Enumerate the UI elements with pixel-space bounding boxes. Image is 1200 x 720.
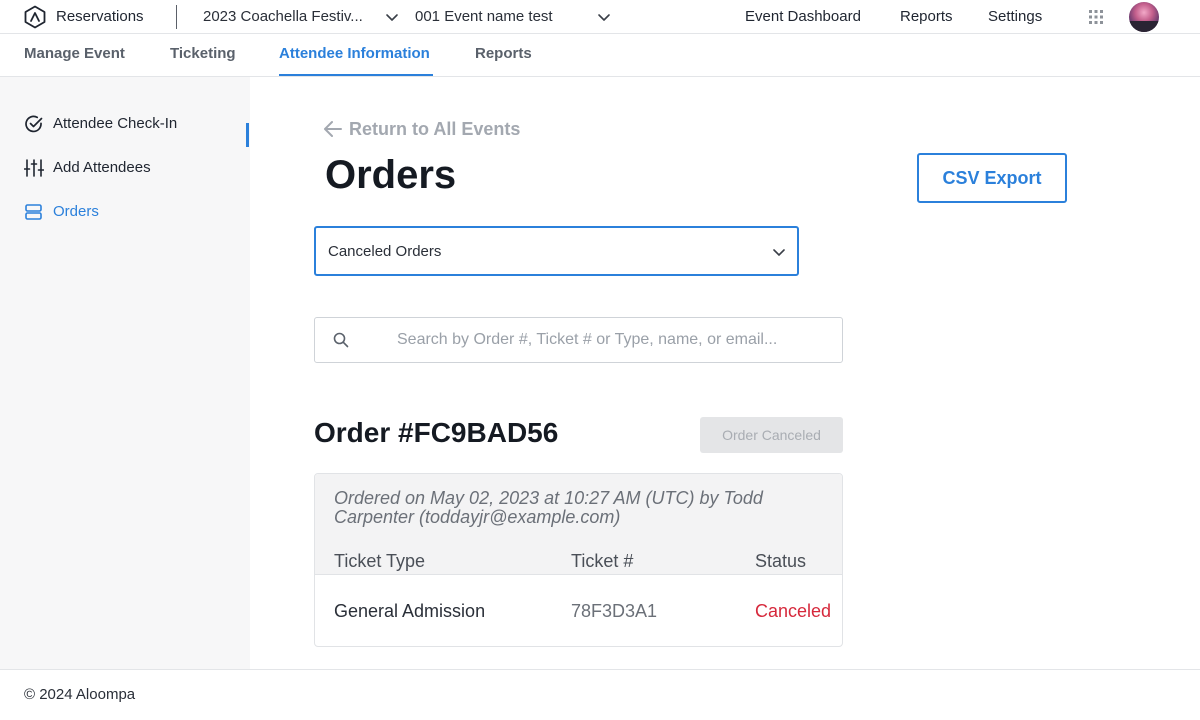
top-bar: Reservations 2023 Coachella Festiv... 00… [0, 0, 1200, 34]
sidebar-item-label: Add Attendees [53, 159, 151, 176]
csv-export-button[interactable]: CSV Export [917, 153, 1067, 203]
logo-icon[interactable] [23, 5, 47, 29]
column-header-ticket-type: Ticket Type [334, 551, 426, 571]
server-icon [25, 204, 42, 220]
ticket-type-cell: General Admission [334, 601, 486, 621]
order-card: Ordered on May 02, 2023 at 10:27 AM (UTC… [314, 473, 843, 647]
sliders-icon [24, 159, 44, 177]
order-filter-select[interactable]: Canceled Orders [314, 226, 799, 276]
order-canceled-button: Order Canceled [700, 417, 843, 453]
sidebar-item-add-attendees[interactable]: Add Attendees [24, 156, 250, 180]
sidebar: Attendee Check-In Add Attendees Orders [0, 77, 250, 669]
ticket-status-cell: Canceled [755, 601, 832, 621]
order-filter-value: Canceled Orders [328, 243, 442, 260]
tab-ticketing[interactable]: Ticketing [170, 45, 236, 62]
header-divider [176, 5, 177, 29]
sidebar-item-label: Orders [53, 203, 99, 220]
tab-reports[interactable]: Reports [475, 45, 532, 62]
page-title: Orders [325, 153, 457, 197]
nav-settings[interactable]: Settings [988, 8, 1042, 25]
order-search-box[interactable] [314, 317, 843, 363]
column-header-status: Status [755, 551, 807, 571]
nav-reports[interactable]: Reports [900, 8, 953, 25]
ordered-on-text: Ordered on May 02, 2023 at 10:27 AM (UTC… [334, 488, 763, 527]
event-tabs: Manage Event Ticketing Attendee Informat… [0, 34, 1200, 77]
chevron-down-icon[interactable] [596, 9, 612, 25]
active-tab-indicator [279, 74, 433, 76]
search-icon [333, 332, 349, 348]
sidebar-item-orders[interactable]: Orders [24, 200, 250, 224]
order-title: Order #FC9BAD56 [314, 417, 559, 448]
return-link-label: Return to All Events [349, 119, 521, 139]
check-circle-icon [25, 115, 43, 133]
app-title[interactable]: Reservations [56, 8, 144, 25]
column-header-ticket-number: Ticket # [571, 551, 634, 571]
chevron-down-icon [773, 249, 785, 256]
ticket-number-cell: 78F3D3A1 [571, 601, 658, 621]
sidebar-active-indicator [246, 123, 249, 147]
arrow-left-icon [324, 121, 342, 137]
order-card-header: Ordered on May 02, 2023 at 10:27 AM (UTC… [315, 474, 842, 575]
tab-attendee-information[interactable]: Attendee Information [279, 45, 430, 62]
apps-grid-icon[interactable] [1089, 10, 1103, 24]
sub-event-select[interactable]: 001 Event name test [415, 8, 553, 25]
tab-manage-event[interactable]: Manage Event [24, 45, 125, 62]
chevron-down-icon[interactable] [384, 9, 400, 25]
sidebar-item-label: Attendee Check-In [53, 115, 178, 132]
footer: © 2024 Aloompa [0, 669, 1200, 720]
nav-event-dashboard[interactable]: Event Dashboard [745, 8, 861, 25]
search-input[interactable] [397, 328, 827, 352]
copyright-text: © 2024 Aloompa [24, 686, 136, 703]
sidebar-item-attendee-check-in[interactable]: Attendee Check-In [24, 112, 250, 136]
avatar[interactable] [1129, 2, 1159, 32]
event-select[interactable]: 2023 Coachella Festiv... [203, 8, 363, 25]
